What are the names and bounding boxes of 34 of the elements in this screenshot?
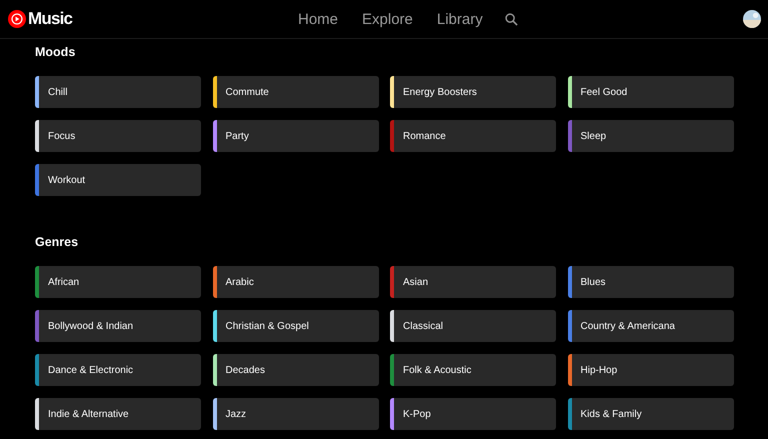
category-button[interactable]: Indie & Alternative <box>35 398 201 430</box>
category-button[interactable]: Commute <box>212 76 378 108</box>
category-button[interactable]: Kids & Family <box>568 398 734 430</box>
category-button[interactable]: Arabic <box>212 266 378 298</box>
category-button[interactable]: Hip-Hop <box>568 354 734 386</box>
category-button[interactable]: Sleep <box>568 120 734 152</box>
play-logo-icon[interactable] <box>8 10 26 28</box>
section-title: Genres <box>35 234 80 250</box>
category-button[interactable]: Party <box>212 120 378 152</box>
section-title: Moods <box>35 44 76 60</box>
category-button[interactable]: K-Pop <box>390 398 556 430</box>
category-button[interactable]: Jazz <box>212 398 378 430</box>
category-button[interactable]: Decades <box>212 354 378 386</box>
category-button[interactable]: Workout <box>35 164 201 196</box>
nav-link[interactable]: Explore <box>350 10 425 28</box>
category-button[interactable]: Focus <box>35 120 201 152</box>
category-button[interactable]: Chill <box>35 76 201 108</box>
search-icon[interactable] <box>504 12 518 26</box>
logo-text[interactable]: Music <box>28 9 72 29</box>
category-button[interactable]: Feel Good <box>568 76 734 108</box>
category-button[interactable]: Country & Americana <box>568 310 734 342</box>
nav-link[interactable]: Library <box>424 10 495 28</box>
category-button[interactable]: Dance & Electronic <box>35 354 201 386</box>
category-button[interactable]: African <box>35 266 201 298</box>
category-button[interactable]: Bollywood & Indian <box>35 310 201 342</box>
category-button[interactable]: Classical <box>390 310 556 342</box>
category-button[interactable]: Romance <box>390 120 556 152</box>
avatar[interactable] <box>743 10 761 28</box>
nav-link[interactable]: Home <box>286 10 350 28</box>
category-button[interactable]: Christian & Gospel <box>212 310 378 342</box>
category-button[interactable]: Energy Boosters <box>390 76 556 108</box>
category-button[interactable]: Asian <box>390 266 556 298</box>
category-button[interactable]: Blues <box>568 266 734 298</box>
category-button[interactable]: Folk & Acoustic <box>390 354 556 386</box>
